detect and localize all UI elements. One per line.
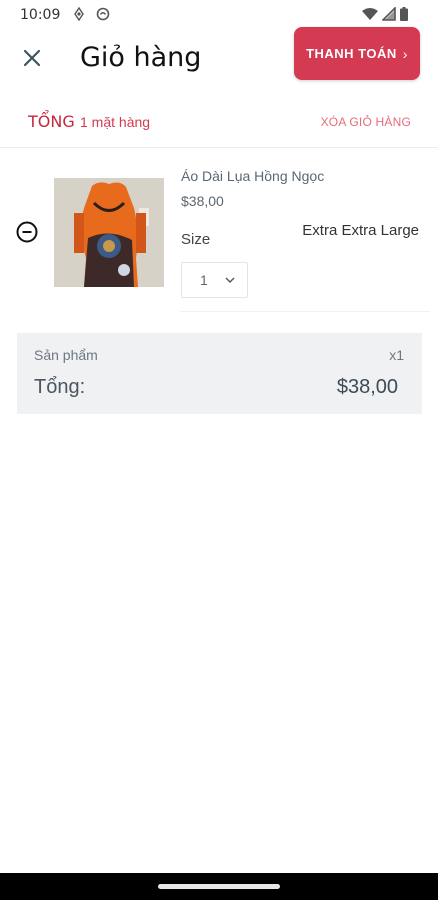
products-label: Sản phẩm [34, 347, 98, 363]
total-label: TỔNG [28, 112, 75, 131]
product-image[interactable] [54, 178, 164, 287]
cart-summary-row: TỔNG 1 mặt hàng XÓA GIỎ HÀNG [0, 108, 438, 138]
size-value: Extra Extra Large [302, 222, 419, 239]
nfc-icon [74, 7, 84, 21]
product-name[interactable]: Áo Dài Lụa Hồng Ngọc [181, 168, 324, 184]
chevron-right-icon: › [402, 45, 408, 62]
header-divider [0, 147, 438, 148]
status-bar: 10:09 [0, 0, 438, 30]
status-time: 10:09 [20, 7, 61, 23]
item-divider [180, 311, 430, 312]
grand-total-label: Tổng: [34, 376, 86, 398]
item-count: 1 mặt hàng [80, 114, 151, 130]
size-label: Size [181, 231, 211, 248]
battery-icon [400, 7, 408, 21]
system-nav-bar [0, 873, 438, 900]
quantity-value: 1 [200, 272, 208, 288]
page-title: Giỏ hàng [80, 42, 202, 73]
status-indicators [362, 7, 408, 21]
chevron-down-icon [225, 277, 235, 283]
product-price: $38,00 [181, 193, 224, 209]
quantity-select[interactable]: 1 [181, 262, 248, 298]
grand-total-value: $38,00 [336, 376, 398, 398]
totals-box: Sản phẩm x1 Tổng: $38,00 [17, 333, 422, 414]
products-count: x1 [389, 347, 404, 363]
cell-signal-icon [382, 7, 396, 21]
remove-item-icon[interactable] [16, 221, 38, 243]
clear-cart-button[interactable]: XÓA GIỎ HÀNG [321, 115, 411, 129]
checkout-button-label: THANH TOÁN [306, 46, 397, 61]
checkout-button[interactable]: THANH TOÁN › [294, 27, 420, 80]
home-gesture-pill[interactable] [158, 884, 280, 889]
shield-icon [96, 7, 110, 21]
close-icon[interactable] [18, 44, 46, 72]
wifi-icon [362, 8, 378, 20]
